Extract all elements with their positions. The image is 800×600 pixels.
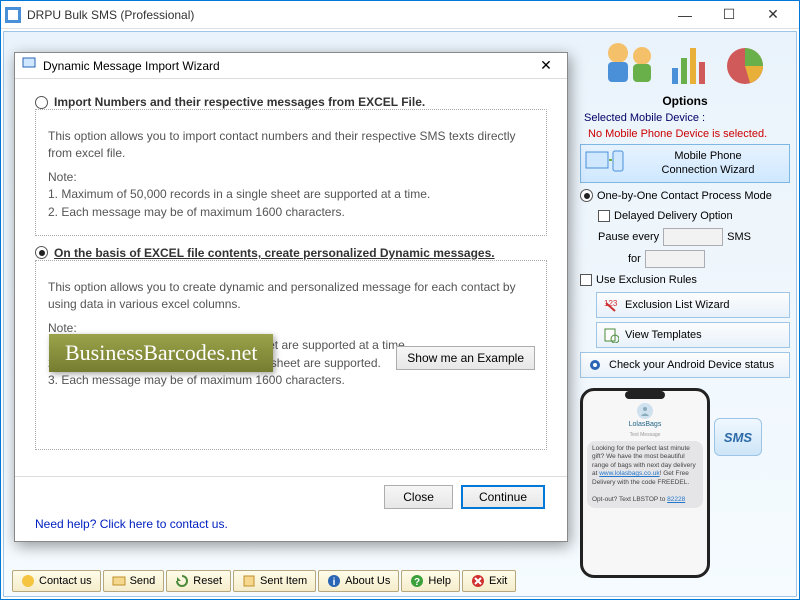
exclusion-icon: 123 <box>603 297 619 313</box>
monitor-phone-icon <box>585 149 625 178</box>
delayed-delivery-label: Delayed Delivery Option <box>614 210 733 222</box>
checkbox-icon <box>580 274 592 286</box>
dialog-titlebar: Dynamic Message Import Wizard ✕ <box>15 53 567 79</box>
option-2-note-3: 3. Each message may be of maximum 1600 c… <box>48 372 534 389</box>
use-exclusion-label: Use Exclusion Rules <box>596 274 697 286</box>
template-icon <box>603 327 619 343</box>
process-mode-label: One-by-One Contact Process Mode <box>597 190 772 202</box>
check-android-status-button[interactable]: Check your Android Device status <box>580 352 790 378</box>
radio-icon <box>35 96 48 109</box>
wizard-label-2: Connection Wizard <box>631 164 785 177</box>
about-us-label: About Us <box>345 575 390 587</box>
send-button[interactable]: Send <box>103 570 165 592</box>
process-mode-radio[interactable]: One-by-One Contact Process Mode <box>580 187 790 204</box>
continue-button[interactable]: Continue <box>461 485 545 509</box>
option-2-radio[interactable]: On the basis of EXCEL file contents, cre… <box>35 246 547 260</box>
close-main-button[interactable]: ✕ <box>751 2 795 28</box>
watermark: BusinessBarcodes.net <box>49 334 273 372</box>
main-titlebar: DRPU Bulk SMS (Professional) — ☐ ✕ <box>1 1 799 29</box>
gear-icon <box>587 357 603 373</box>
exclusion-list-wizard-button[interactable]: 123 Exclusion List Wizard <box>596 292 790 318</box>
svg-text:?: ? <box>414 577 420 588</box>
maximize-button[interactable]: ☐ <box>707 2 751 28</box>
phone-message-bubble: Looking for the perfect last minute gift… <box>587 441 703 508</box>
option-1-note-label: Note: <box>48 169 534 186</box>
import-wizard-dialog: Dynamic Message Import Wizard ✕ Import N… <box>14 52 568 542</box>
selected-device-label: Selected Mobile Device : <box>580 112 790 124</box>
close-button[interactable]: Close <box>384 485 453 509</box>
option-1-box: This option allows you to import contact… <box>35 109 547 236</box>
exit-button[interactable]: Exit <box>462 570 516 592</box>
phone-mockup: LolasBags Text Message Looking for the p… <box>580 388 710 578</box>
help-button[interactable]: ? Help <box>401 570 460 592</box>
radio-icon <box>580 189 593 202</box>
phone-contact-name: LolasBags <box>587 421 703 428</box>
view-templates-label: View Templates <box>625 329 702 341</box>
exclusion-btn-label: Exclusion List Wizard <box>625 299 730 311</box>
no-device-text: No Mobile Phone Device is selected. <box>580 128 790 140</box>
phone-msg-link: www.lolasbags.co.uk <box>599 470 659 477</box>
options-heading: Options <box>580 94 790 108</box>
pause-every-row: Pause every SMS <box>580 228 790 246</box>
option-1-note-1: 1. Maximum of 50,000 records in a single… <box>48 186 534 203</box>
pause-every-label: Pause every <box>598 231 659 243</box>
app-title: DRPU Bulk SMS (Professional) <box>27 8 663 22</box>
for-label: for <box>598 253 641 265</box>
radio-icon <box>35 246 48 259</box>
contact-us-label: Contact us <box>39 575 92 587</box>
checkbox-icon <box>598 210 610 222</box>
reset-button[interactable]: Reset <box>166 570 231 592</box>
option-1-label: Import Numbers and their respective mess… <box>54 95 425 109</box>
dialog-close-button[interactable]: ✕ <box>531 57 561 74</box>
sent-item-label: Sent Item <box>260 575 307 587</box>
phone-preview: LolasBags Text Message Looking for the p… <box>580 388 790 578</box>
connection-wizard-button[interactable]: Mobile PhoneConnection Wizard <box>580 144 790 183</box>
phone-optout-number: 82228 <box>667 496 685 503</box>
option-2-desc: This option allows you to create dynamic… <box>48 279 534 314</box>
reset-label: Reset <box>193 575 222 587</box>
sent-item-button[interactable]: Sent Item <box>233 570 316 592</box>
bottom-toolbar: Contact us Send Reset Sent Item i About U… <box>12 570 516 592</box>
contact-us-button[interactable]: Contact us <box>12 570 101 592</box>
option-2-label: On the basis of EXCEL file contents, cre… <box>54 246 495 260</box>
help-label: Help <box>428 575 451 587</box>
option-1-radio[interactable]: Import Numbers and their respective mess… <box>35 95 547 109</box>
right-options-pane: Options Selected Mobile Device : No Mobi… <box>576 32 796 596</box>
pause-for-row: for <box>580 250 790 268</box>
dialog-title: Dynamic Message Import Wizard <box>43 59 531 73</box>
svg-text:i: i <box>333 577 336 588</box>
avatar-icon <box>637 403 653 419</box>
phone-msg-header: Text Message <box>587 432 703 438</box>
sms-unit-label: SMS <box>727 231 751 243</box>
exit-label: Exit <box>489 575 507 587</box>
check-android-label: Check your Android Device status <box>609 359 774 371</box>
option-1-note-2: 2. Each message may be of maximum 1600 c… <box>48 204 534 221</box>
pause-every-input[interactable] <box>663 228 723 246</box>
show-example-button[interactable]: Show me an Example <box>396 346 535 370</box>
header-illustration <box>580 38 790 88</box>
send-label: Send <box>130 575 156 587</box>
pause-for-input[interactable] <box>645 250 705 268</box>
minimize-button[interactable]: — <box>663 2 707 28</box>
about-us-button[interactable]: i About Us <box>318 570 399 592</box>
wizard-label-1: Mobile Phone <box>631 150 785 163</box>
use-exclusion-checkbox[interactable]: Use Exclusion Rules <box>580 272 790 288</box>
phone-optout-text: Opt-out? Text LBSTOP to <box>592 496 667 503</box>
app-icon <box>5 7 21 23</box>
option-1-desc: This option allows you to import contact… <box>48 128 534 163</box>
view-templates-button[interactable]: View Templates <box>596 322 790 348</box>
delayed-delivery-checkbox[interactable]: Delayed Delivery Option <box>580 208 790 224</box>
dialog-icon <box>21 55 37 76</box>
help-link[interactable]: Need help? Click here to contact us. <box>15 517 567 541</box>
sms-badge: SMS <box>714 418 762 456</box>
